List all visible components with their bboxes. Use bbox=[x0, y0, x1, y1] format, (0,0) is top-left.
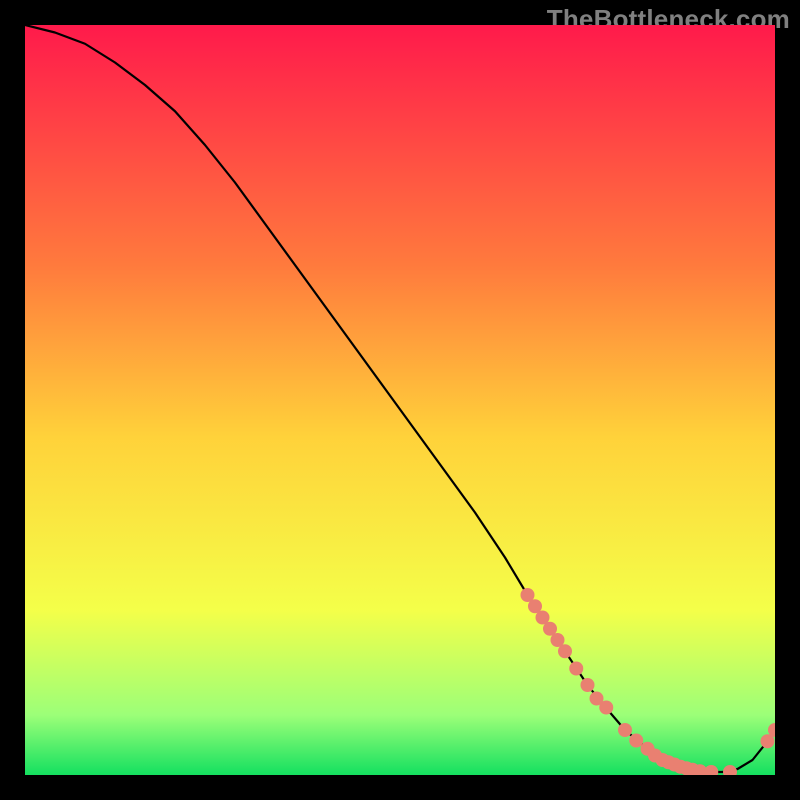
plot-area bbox=[25, 25, 775, 775]
data-point bbox=[618, 723, 632, 737]
data-point bbox=[581, 678, 595, 692]
data-point bbox=[569, 662, 583, 676]
plot-svg bbox=[25, 25, 775, 775]
chart-frame: TheBottleneck.com bbox=[0, 0, 800, 800]
data-point bbox=[629, 734, 643, 748]
gradient-background bbox=[25, 25, 775, 775]
data-point bbox=[558, 644, 572, 658]
data-point bbox=[599, 701, 613, 715]
